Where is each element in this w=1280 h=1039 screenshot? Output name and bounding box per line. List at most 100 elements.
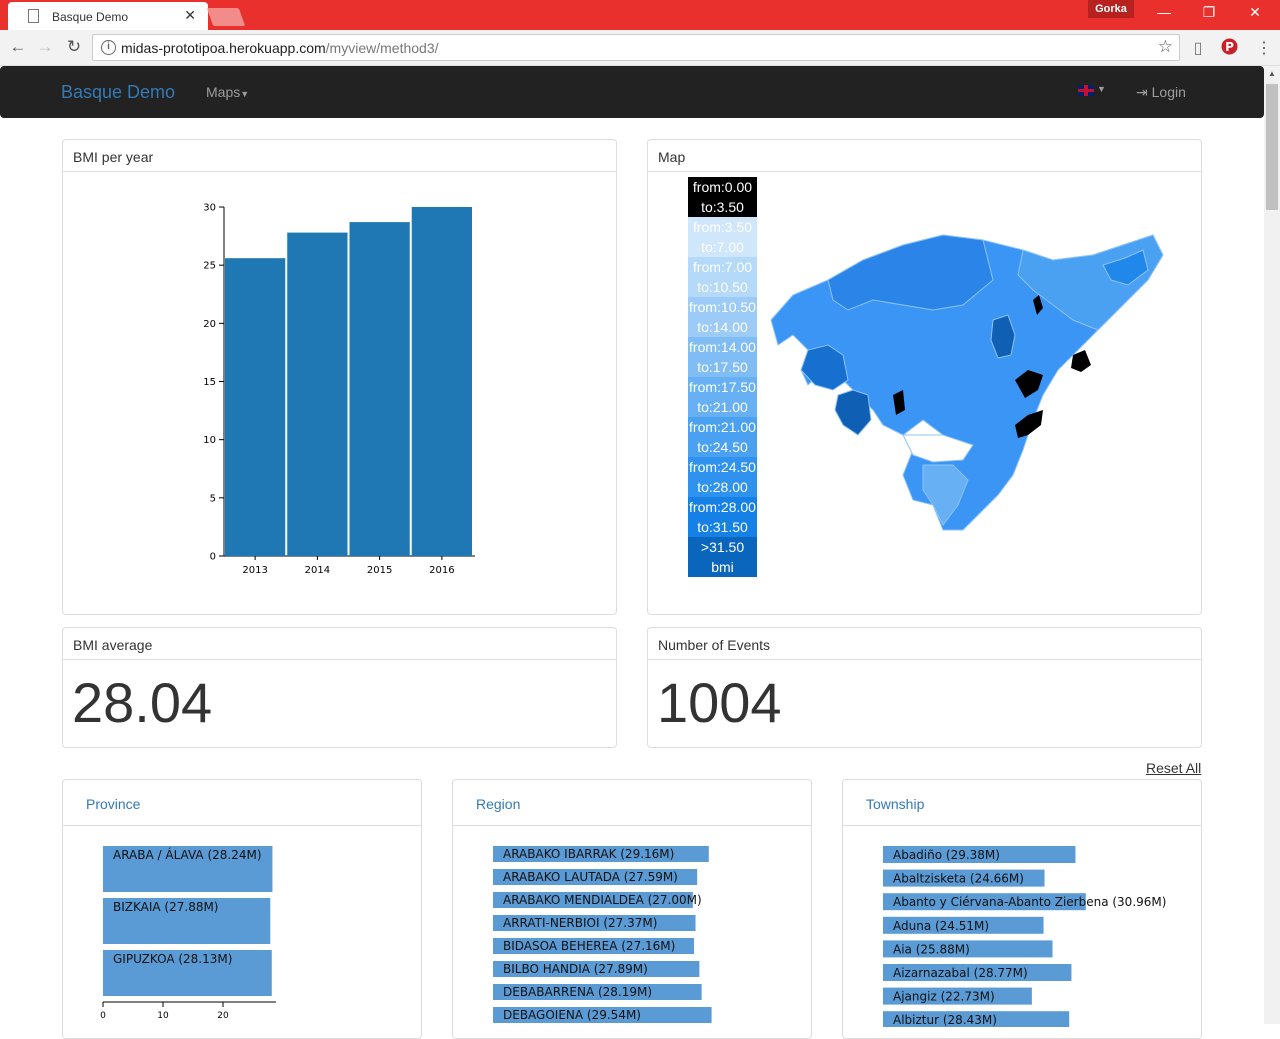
back-icon[interactable]: ←: [7, 37, 29, 57]
legend-label: from:3.50: [692, 219, 753, 235]
y-tick-label: 25: [203, 261, 216, 272]
township-row-chart[interactable]: Abadiño (29.38M) Abaltzisketa (24.66M) Aba…: [843, 827, 1201, 1027]
panel-title: Number of Events: [648, 628, 1201, 660]
legend-label: to:3.50: [701, 199, 744, 215]
forward-icon[interactable]: →: [34, 37, 56, 57]
map-panel: Map from:0.00 to:3.50 from:3.50 to:7.00 from…: [647, 139, 1202, 615]
restore-icon[interactable]: ❐: [1194, 4, 1224, 21]
row-label: ARABAKO IBARRAK (29.16M): [503, 847, 674, 861]
bmi-chart-panel: BMI per year 0 5 10 15 20 25 30 2013 2014 2015 201…: [62, 139, 617, 615]
caret-down-icon[interactable]: ▼: [1097, 84, 1106, 94]
address-bar[interactable]: i midas-prototipoa.herokuapp.com/myview/…: [92, 34, 1180, 61]
legend-label: to:31.50: [697, 519, 748, 535]
uk-flag-icon[interactable]: [1078, 85, 1094, 96]
legend-label: from:0.00: [692, 179, 753, 195]
login-link[interactable]: ⇥ Login: [1136, 84, 1186, 101]
x-tick-label: 10: [157, 1011, 169, 1021]
legend-item: from:21.00 to:24.50: [688, 417, 757, 457]
x-tick-label: 2016: [429, 565, 454, 576]
panel-title: Province: [63, 780, 421, 826]
legend-item: from:14.00 to:17.50: [688, 337, 757, 377]
bar[interactable]: [349, 222, 410, 556]
row-label: ARABAKO MENDIALDEA (27.00M): [503, 893, 702, 907]
browser-tab[interactable]: Basque Demo ✕: [8, 2, 208, 30]
row-label: Ajangiz (22.73M): [893, 990, 995, 1004]
scroll-up-icon[interactable]: ▲: [1264, 66, 1280, 82]
bar[interactable]: [287, 232, 348, 557]
legend-label: from:28.00: [689, 499, 756, 515]
legend-label: from:24.50: [689, 459, 756, 475]
menu-icon[interactable]: ⋮: [1254, 38, 1274, 58]
x-tick-label: 2013: [242, 565, 267, 576]
minimize-icon[interactable]: —: [1149, 4, 1179, 20]
basque-country-map[interactable]: [753, 210, 1173, 550]
row-label: BILBO HANDIA (27.89M): [503, 962, 648, 976]
panel-title: Township: [843, 780, 1201, 826]
maps-label: Maps: [206, 84, 241, 100]
pinterest-icon[interactable]: P: [1219, 38, 1239, 60]
url-path: /myview/method3/: [325, 40, 439, 56]
page-icon: [28, 9, 39, 23]
x-tick-label: 2014: [305, 565, 330, 576]
province-row-chart[interactable]: ARABA / ÁLAVA (28.24M) BIZKAIA (27.88M) GI…: [63, 827, 421, 1027]
panel-title: Region: [453, 780, 811, 826]
bmi-average-panel: BMI average 28.04: [62, 627, 617, 748]
events-count-panel: Number of Events 1004: [647, 627, 1202, 748]
svg-text:P: P: [1225, 40, 1234, 54]
url-host: midas-prototipoa.herokuapp.com: [121, 40, 326, 56]
close-window-icon[interactable]: ✕: [1240, 4, 1270, 21]
township-panel: Township Abadiño (29.38M) Abaltzisketa (2…: [842, 779, 1202, 1039]
browser-titlebar: Basque Demo ✕ Gorka — ❐ ✕: [0, 0, 1280, 30]
bmi-bar-chart: 0 5 10 15 20 25 30 2013 2014 2015 2016: [203, 203, 475, 576]
page-scrollbar[interactable]: ▲: [1264, 66, 1280, 1024]
row-label: Abaltzisketa (24.66M): [893, 872, 1024, 886]
legend-label: from:7.00: [692, 259, 753, 275]
region-row-chart[interactable]: ARABAKO IBARRAK (29.16M) ARABAKO LAUTADA …: [453, 827, 811, 1027]
row-label: Aia (25.88M): [893, 942, 970, 956]
legend-item: from:24.50 to:28.00: [688, 457, 757, 497]
profile-badge[interactable]: Gorka: [1088, 0, 1134, 18]
bookmark-star-icon[interactable]: ☆: [1158, 37, 1173, 57]
row-label: BIZKAIA (27.88M): [113, 900, 219, 914]
reload-icon[interactable]: ↻: [63, 37, 85, 57]
legend-item: >31.50 bmi: [688, 537, 757, 577]
x-tick-label: 20: [217, 1011, 229, 1021]
legend-label: to:17.50: [697, 359, 748, 375]
legend-item: from:7.00 to:10.50: [688, 257, 757, 297]
reset-all-link[interactable]: Reset All: [1146, 760, 1201, 776]
close-tab-icon[interactable]: ✕: [184, 7, 196, 24]
legend-label: bmi: [711, 559, 734, 575]
tab-title: Basque Demo: [52, 10, 129, 24]
legend-label: to:24.50: [697, 439, 748, 455]
legend-label: to:21.00: [697, 399, 748, 415]
row-label: Abadiño (29.38M): [893, 848, 1000, 862]
row-label: Abanto y Ciérvana-Abanto Zierbena (30.96…: [893, 895, 1166, 909]
legend-label: to:28.00: [697, 479, 748, 495]
maps-dropdown[interactable]: Maps▼: [206, 84, 249, 100]
y-tick-label: 0: [210, 552, 216, 563]
y-tick-label: 10: [203, 435, 216, 446]
y-tick-label: 30: [203, 203, 216, 214]
bar[interactable]: [225, 258, 286, 556]
legend-item: from:0.00 to:3.50: [688, 177, 757, 217]
browser-toolbar: ← → ↻ i midas-prototipoa.herokuapp.com/m…: [0, 30, 1280, 66]
row-label: Aizarnazabal (28.77M): [893, 966, 1028, 980]
row-label: ARABAKO LAUTADA (27.59M): [503, 870, 678, 884]
legend-label: from:14.00: [689, 339, 756, 355]
row-label: Aduna (24.51M): [893, 919, 989, 933]
x-tick-label: 0: [100, 1011, 106, 1021]
row-label: DEBABARRENA (28.19M): [503, 985, 652, 999]
bar[interactable]: [411, 207, 472, 556]
new-tab-button[interactable]: [206, 8, 246, 26]
row-label: DEBAGOIENA (29.54M): [503, 1008, 641, 1022]
scroll-thumb[interactable]: [1266, 84, 1278, 210]
brand-link[interactable]: Basque Demo: [61, 82, 175, 103]
info-icon[interactable]: i: [101, 40, 116, 55]
province-panel: Province ARABA / ÁLAVA (28.24M) BIZKAIA (…: [62, 779, 422, 1039]
y-tick-label: 5: [210, 493, 216, 504]
legend-label: to:10.50: [697, 279, 748, 295]
row-label: GIPUZKOA (28.13M): [113, 952, 232, 966]
y-tick-label: 15: [203, 377, 216, 388]
document-extension-icon[interactable]: ▯: [1188, 38, 1208, 58]
legend-label: >31.50: [700, 539, 745, 555]
